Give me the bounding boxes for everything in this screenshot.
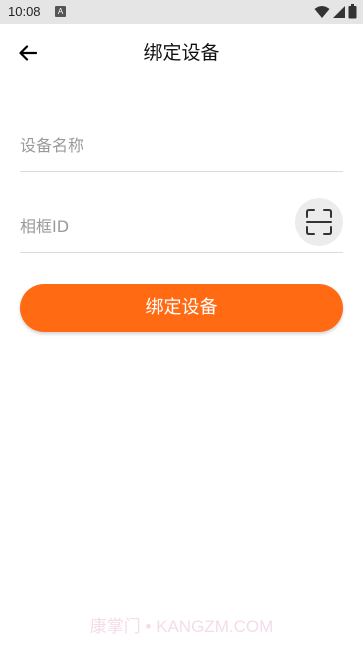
- notification-badge-icon: A: [55, 6, 66, 17]
- status-icons: [314, 4, 357, 19]
- device-name-field[interactable]: [20, 120, 343, 172]
- page-title: 绑定设备: [143, 42, 220, 64]
- battery-icon: [348, 4, 357, 19]
- status-time: 10:08: [8, 4, 41, 19]
- watermark: 康掌门 • KANGZM.COM: [89, 617, 274, 636]
- bind-device-button[interactable]: 绑定设备: [20, 284, 343, 332]
- scan-icon: [306, 209, 332, 235]
- device-name-input[interactable]: [20, 120, 343, 171]
- scan-button[interactable]: [295, 198, 343, 246]
- status-bar: 10:08 A: [0, 0, 363, 24]
- signal-icon: [333, 5, 345, 18]
- wifi-icon: [314, 5, 330, 18]
